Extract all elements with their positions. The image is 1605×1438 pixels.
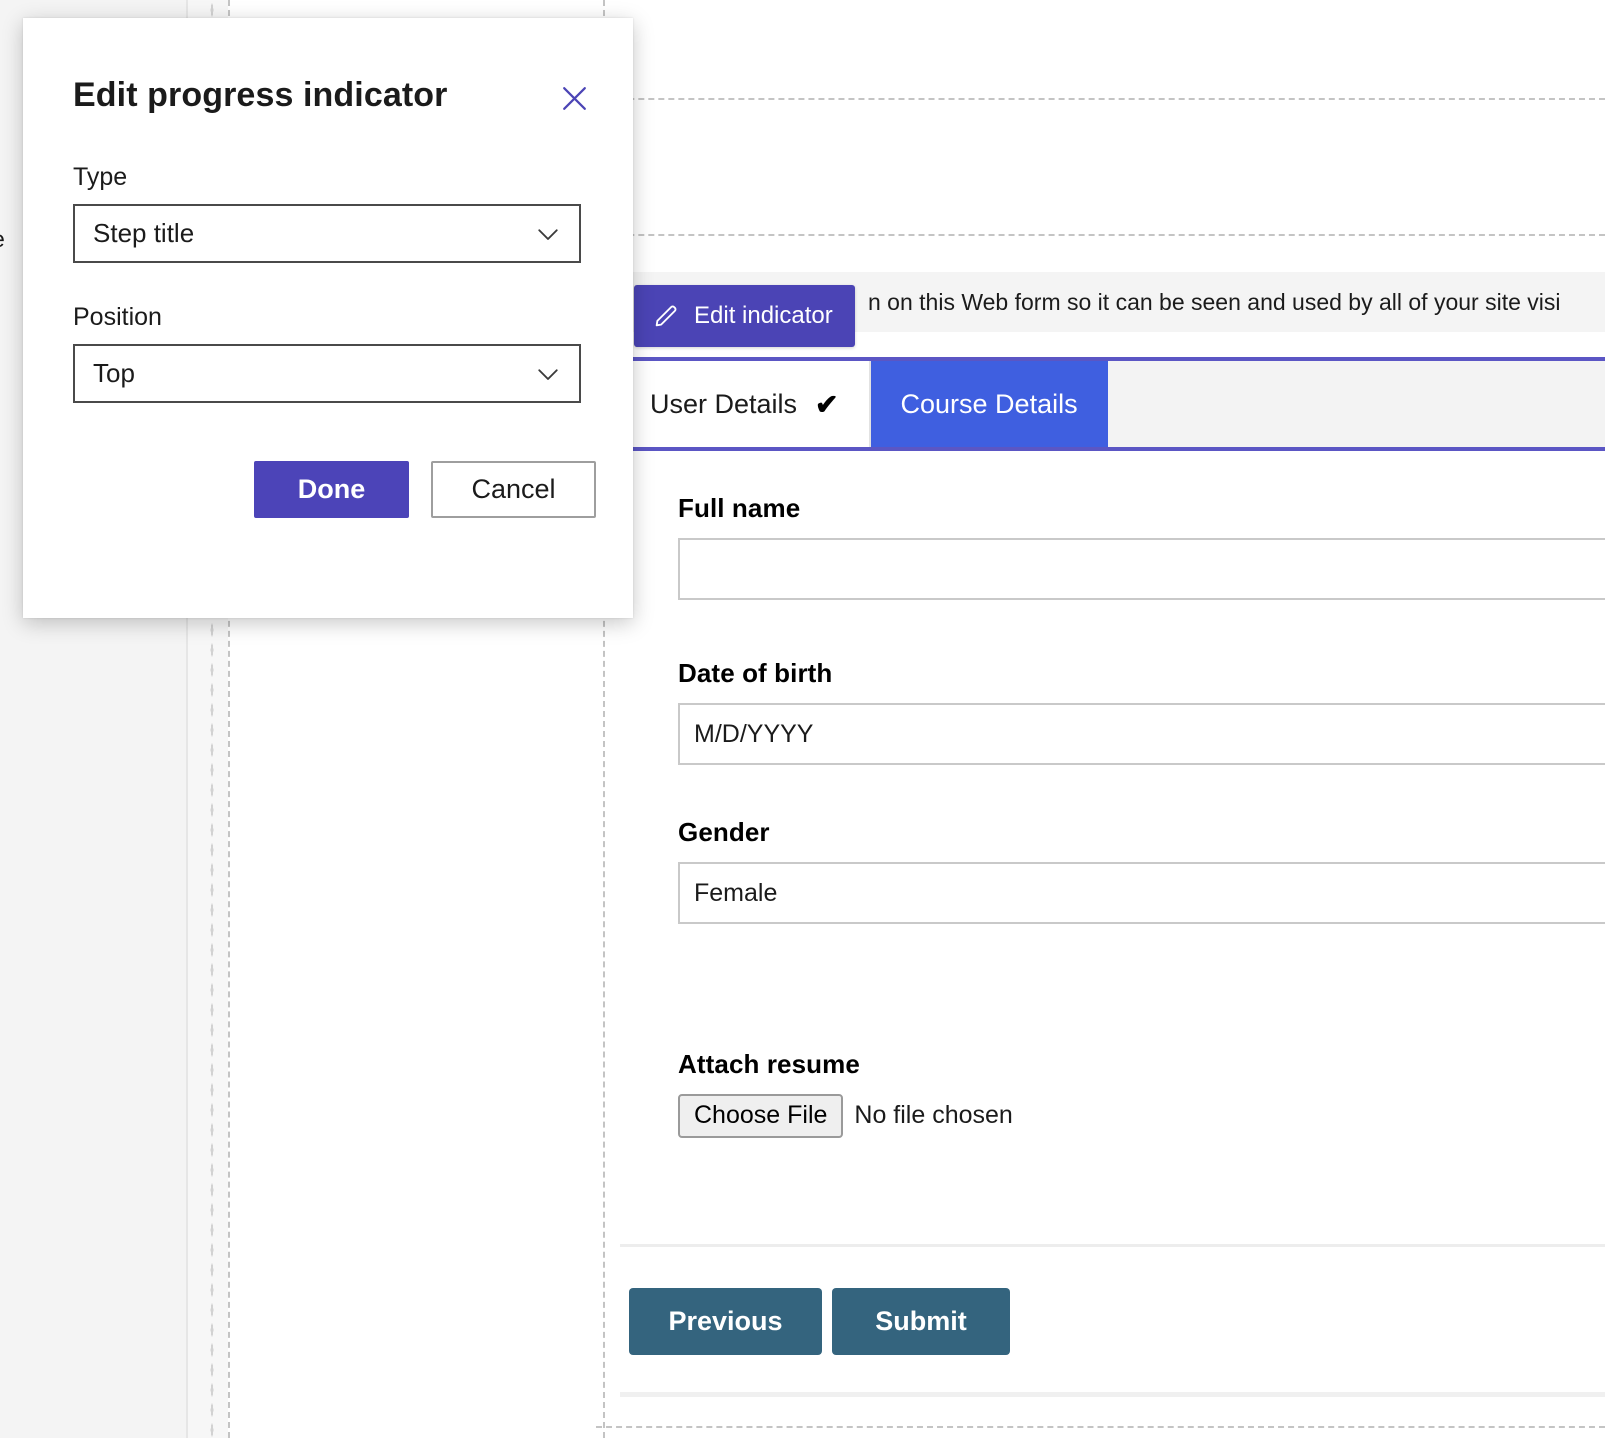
field-full-name-label: Full name: [678, 493, 1605, 524]
type-label: Type: [73, 163, 583, 192]
field-full-name: Full name: [678, 493, 1605, 600]
cancel-button[interactable]: Cancel: [431, 461, 596, 518]
position-select[interactable]: Top: [73, 344, 581, 403]
check-icon: ✔: [815, 388, 838, 421]
field-gender: Gender: [678, 817, 1605, 924]
position-select-value: Top: [75, 358, 135, 389]
form-body: Full name Date of birth Gender Attach re…: [620, 451, 1605, 1244]
choose-file-button[interactable]: Choose File: [678, 1094, 843, 1138]
field-date-of-birth: Date of birth: [678, 658, 1605, 765]
dialog-header: Edit progress indicator: [23, 18, 633, 115]
edit-progress-indicator-dialog: Edit progress indicator Type Step title: [23, 18, 633, 618]
type-select[interactable]: Step title: [73, 204, 581, 263]
submit-button[interactable]: Submit: [832, 1288, 1010, 1355]
field-attach-resume: Attach resume Choose File No file chosen: [678, 1049, 1605, 1138]
pencil-icon: [652, 302, 680, 330]
dialog-body: Type Step title Position Top: [23, 163, 633, 403]
spacer-1: [678, 600, 1605, 658]
gender-input[interactable]: [678, 862, 1605, 924]
close-button[interactable]: [558, 82, 591, 115]
spacer-2: [678, 765, 1605, 817]
full-name-input[interactable]: [678, 538, 1605, 600]
tab-strip-filler: [1108, 361, 1605, 447]
tab-user-details-label: User Details: [650, 389, 797, 420]
position-label: Position: [73, 303, 583, 332]
chevron-down-icon: [533, 359, 563, 389]
close-icon: [558, 103, 591, 118]
form-tab-strip: User Details ✔ Course Details: [620, 357, 1605, 451]
tab-course-details-label: Course Details: [901, 389, 1078, 420]
file-upload-row: Choose File No file chosen: [678, 1094, 1605, 1138]
edit-indicator-button[interactable]: Edit indicator: [634, 285, 855, 347]
tab-user-details[interactable]: User Details ✔: [620, 361, 871, 447]
type-select-value: Step title: [75, 218, 194, 249]
spacer-3: [678, 924, 1605, 1049]
dialog-field-spacer: [73, 263, 583, 303]
form-card-bottom-edge: [620, 1392, 1605, 1397]
field-attach-resume-label: Attach resume: [678, 1049, 1605, 1080]
edit-indicator-button-label: Edit indicator: [694, 302, 833, 330]
form-footer: Previous Submit: [620, 1244, 1605, 1395]
dialog-field-type: Type Step title: [73, 163, 583, 263]
webpart-info-text: n on this Web form so it can be seen and…: [868, 289, 1561, 316]
dialog-title: Edit progress indicator: [73, 76, 447, 115]
screen-root: e n on this Web form so it can be seen a…: [0, 0, 1605, 1438]
done-button[interactable]: Done: [254, 461, 409, 518]
clipped-edge-text: e: [0, 224, 5, 254]
date-of-birth-input[interactable]: [678, 703, 1605, 765]
section-dashed-border-bottom: [596, 1426, 1605, 1428]
field-gender-label: Gender: [678, 817, 1605, 848]
tab-course-details[interactable]: Course Details: [871, 361, 1108, 447]
dialog-field-position: Position Top: [73, 303, 583, 403]
file-status-text: No file chosen: [854, 1101, 1012, 1130]
previous-button[interactable]: Previous: [629, 1288, 822, 1355]
chevron-down-icon: [533, 219, 563, 249]
field-date-of-birth-label: Date of birth: [678, 658, 1605, 689]
dialog-actions: Done Cancel: [23, 461, 633, 518]
